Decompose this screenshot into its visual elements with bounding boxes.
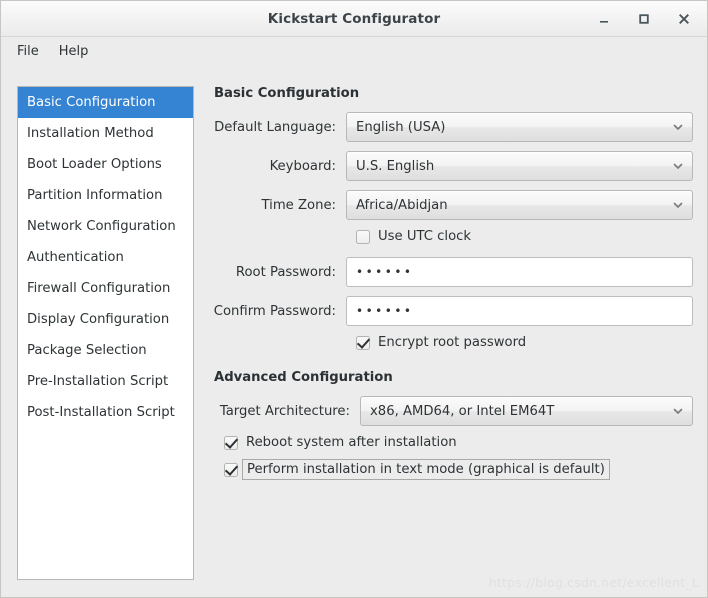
- row-text-mode-installation[interactable]: Perform installation in text mode (graph…: [212, 459, 693, 480]
- time-zone-value: Africa/Abidjan: [356, 197, 448, 213]
- sidebar-item-network-configuration[interactable]: Network Configuration: [18, 211, 193, 242]
- sidebar-item-firewall-configuration[interactable]: Firewall Configuration: [18, 273, 193, 304]
- window-title: Kickstart Configurator: [267, 10, 441, 27]
- row-reboot-after-installation[interactable]: Reboot system after installation: [212, 435, 693, 450]
- keyboard-select[interactable]: U.S. English: [346, 151, 693, 181]
- row-default-language: Default Language: English (USA): [212, 112, 693, 142]
- root-password-input[interactable]: ••••••: [346, 257, 693, 287]
- window-controls: [591, 1, 697, 36]
- text-mode-installation-label: Perform installation in text mode (graph…: [242, 459, 610, 480]
- time-zone-select[interactable]: Africa/Abidjan: [346, 190, 693, 220]
- settings-panel: Basic Configuration Default Language: En…: [212, 86, 693, 486]
- sidebar-item-package-selection[interactable]: Package Selection: [18, 335, 193, 366]
- sidebar-item-installation-method[interactable]: Installation Method: [18, 118, 193, 149]
- sidebar-list[interactable]: Basic Configuration Installation Method …: [17, 86, 194, 580]
- confirm-password-input[interactable]: ••••••: [346, 296, 693, 326]
- keyboard-label: Keyboard:: [269, 158, 336, 174]
- advanced-configuration-heading: Advanced Configuration: [214, 370, 393, 385]
- row-encrypt-root-password[interactable]: Encrypt root password: [212, 335, 693, 350]
- chevron-down-icon: [672, 199, 684, 211]
- encrypt-root-password-label: Encrypt root password: [378, 335, 527, 350]
- reboot-after-installation-checkbox[interactable]: [224, 435, 238, 450]
- sidebar-item-post-installation-script[interactable]: Post-Installation Script: [18, 397, 193, 428]
- minimize-icon[interactable]: [591, 6, 617, 32]
- sidebar-item-basic-configuration[interactable]: Basic Configuration: [18, 87, 193, 118]
- titlebar: Kickstart Configurator: [1, 1, 707, 37]
- row-confirm-password: Confirm Password: ••••••: [212, 296, 693, 326]
- row-target-architecture: Target Architecture: x86, AMD64, or Inte…: [212, 396, 693, 426]
- menu-help[interactable]: Help: [51, 42, 97, 61]
- use-utc-clock-label: Use UTC clock: [378, 229, 472, 244]
- row-use-utc-clock[interactable]: Use UTC clock: [212, 229, 693, 244]
- target-architecture-label: Target Architecture:: [219, 403, 350, 419]
- sidebar-item-pre-installation-script[interactable]: Pre-Installation Script: [18, 366, 193, 397]
- default-language-value: English (USA): [356, 119, 446, 135]
- close-icon[interactable]: [671, 6, 697, 32]
- sidebar-item-display-configuration[interactable]: Display Configuration: [18, 304, 193, 335]
- root-password-label: Root Password:: [235, 264, 336, 280]
- application-window: Kickstart Configurator File Help Basic C…: [0, 0, 708, 598]
- use-utc-clock-checkbox[interactable]: [356, 229, 370, 244]
- chevron-down-icon: [672, 160, 684, 172]
- default-language-label: Default Language:: [214, 119, 336, 135]
- chevron-down-icon: [672, 405, 684, 417]
- sidebar-item-boot-loader-options[interactable]: Boot Loader Options: [18, 149, 193, 180]
- row-root-password: Root Password: ••••••: [212, 257, 693, 287]
- sidebar-item-authentication[interactable]: Authentication: [18, 242, 193, 273]
- encrypt-root-password-checkbox[interactable]: [356, 335, 370, 350]
- chevron-down-icon: [672, 121, 684, 133]
- menu-file[interactable]: File: [9, 42, 47, 61]
- confirm-password-label: Confirm Password:: [213, 303, 336, 319]
- reboot-after-installation-label: Reboot system after installation: [246, 435, 457, 450]
- maximize-icon[interactable]: [631, 6, 657, 32]
- text-mode-installation-checkbox[interactable]: [224, 462, 238, 477]
- target-architecture-value: x86, AMD64, or Intel EM64T: [370, 403, 555, 419]
- basic-configuration-heading: Basic Configuration: [214, 86, 360, 101]
- default-language-select[interactable]: English (USA): [346, 112, 693, 142]
- menubar: File Help: [1, 37, 707, 66]
- sidebar-item-partition-information[interactable]: Partition Information: [18, 180, 193, 211]
- watermark-text: https://blog.csdn.net/excellent_L: [488, 575, 699, 590]
- target-architecture-select[interactable]: x86, AMD64, or Intel EM64T: [360, 396, 693, 426]
- time-zone-label: Time Zone:: [261, 197, 336, 213]
- row-time-zone: Time Zone: Africa/Abidjan: [212, 190, 693, 220]
- keyboard-value: U.S. English: [356, 158, 435, 174]
- root-password-value: ••••••: [356, 265, 414, 279]
- row-keyboard: Keyboard: U.S. English: [212, 151, 693, 181]
- confirm-password-value: ••••••: [356, 304, 414, 318]
- window-content: Basic Configuration Installation Method …: [1, 66, 707, 597]
